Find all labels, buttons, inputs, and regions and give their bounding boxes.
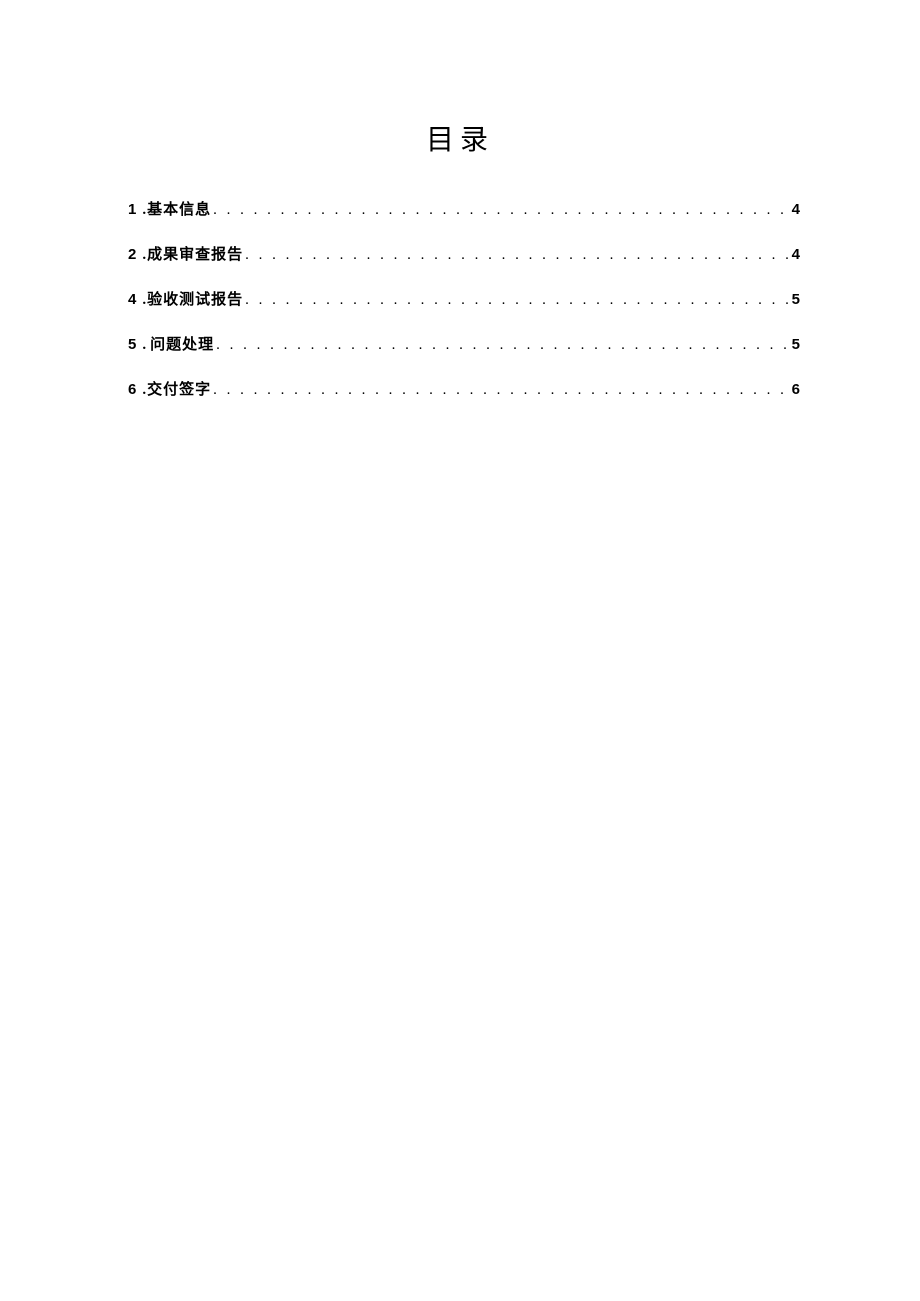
toc-entry-number: 6: [128, 381, 136, 398]
toc-entry[interactable]: 2 . 成果审查报告 4: [128, 243, 800, 264]
toc-leader-dots: [211, 202, 792, 219]
toc-entry-separator: .: [142, 247, 146, 264]
toc-entry-label: 问题处理: [150, 333, 214, 354]
toc-entry-number: 4: [128, 291, 136, 308]
toc-entry-page: 6: [792, 381, 800, 398]
toc-leader-dots: [243, 247, 792, 264]
toc-entry-label: 交付签字: [147, 378, 211, 399]
toc-leader-dots: [211, 382, 792, 399]
toc-entry-label: 验收测试报告: [147, 288, 243, 309]
toc-entry-separator: .: [142, 202, 146, 219]
toc-entry[interactable]: 6 . 交付签字 6: [128, 378, 800, 399]
toc-container: 1 . 基本信息 4 2 . 成果审查报告 4 4 . 验收测试报告 5 5 .…: [0, 198, 920, 399]
toc-leader-dots: [214, 337, 792, 354]
toc-entry-page: 5: [792, 336, 800, 353]
toc-entry[interactable]: 5 . 问题处理 5: [128, 333, 800, 354]
toc-entry-page: 5: [792, 291, 800, 308]
toc-entry-separator: .: [142, 382, 146, 399]
toc-entry-number: 5: [128, 336, 136, 353]
toc-entry-separator: .: [142, 337, 146, 354]
toc-entry-page: 4: [792, 201, 800, 218]
toc-title: 目录: [0, 118, 920, 158]
toc-entry-page: 4: [792, 246, 800, 263]
toc-entry-number: 2: [128, 246, 136, 263]
toc-entry-separator: .: [142, 292, 146, 309]
toc-entry-label: 成果审查报告: [147, 243, 243, 264]
toc-entry-number: 1: [128, 201, 136, 218]
toc-entry[interactable]: 1 . 基本信息 4: [128, 198, 800, 219]
toc-leader-dots: [243, 292, 792, 309]
toc-entry-label: 基本信息: [147, 198, 211, 219]
toc-entry[interactable]: 4 . 验收测试报告 5: [128, 288, 800, 309]
